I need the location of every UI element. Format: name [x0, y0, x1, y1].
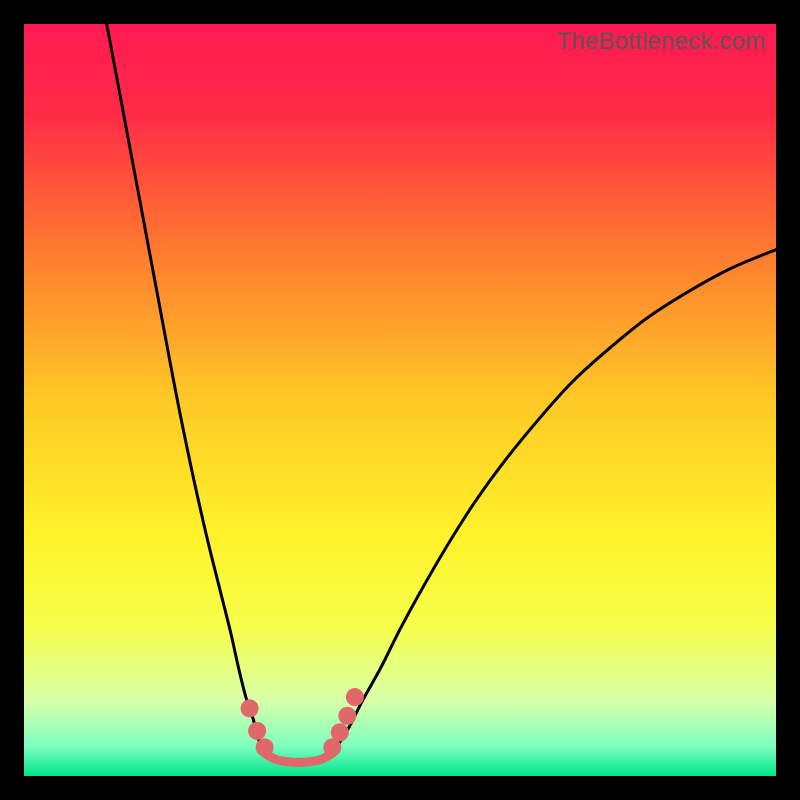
plot-background [24, 24, 776, 776]
left-dot-2 [248, 722, 266, 740]
plot-frame: TheBottleneck.com [24, 24, 776, 776]
left-dot-1 [241, 699, 259, 717]
right-dot-3 [338, 707, 356, 725]
watermark-text: TheBottleneck.com [557, 28, 766, 56]
right-dot-4 [346, 688, 364, 706]
right-dot-2 [331, 723, 349, 741]
left-dot-3 [256, 738, 274, 756]
plot-svg [24, 24, 776, 776]
